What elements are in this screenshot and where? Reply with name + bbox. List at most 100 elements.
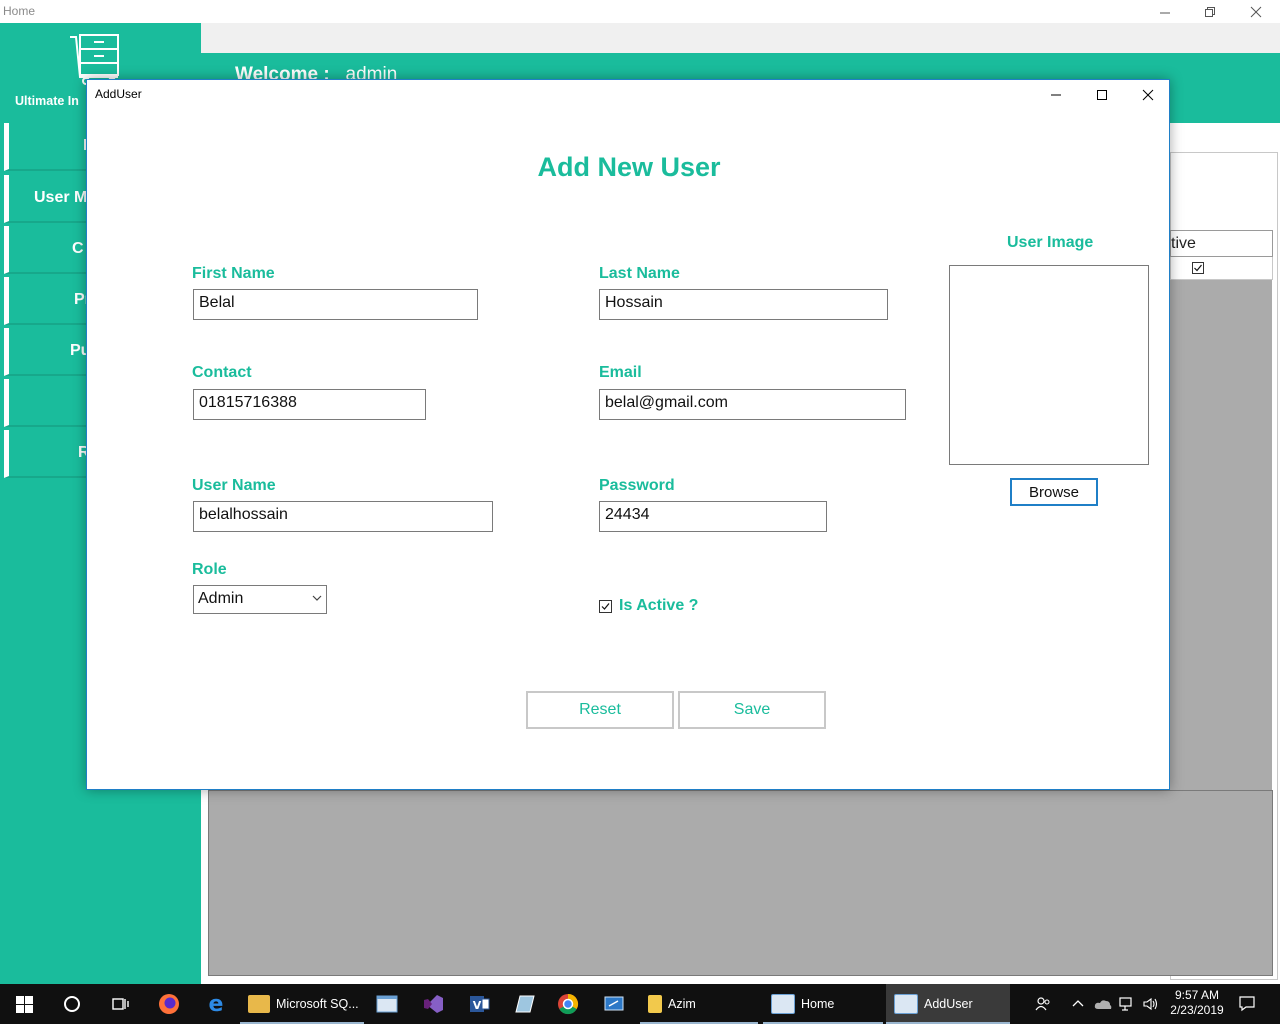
main-restore-button[interactable] [1187,0,1233,23]
window-taskbar-icon[interactable] [364,984,410,1024]
nav-item-label: User M [34,189,88,206]
main-window-title: Home [3,4,36,18]
visual-studio-taskbar-icon[interactable] [410,984,456,1024]
taskbar-app-label: Microsoft SQ... [276,997,359,1011]
user-image-label: User Image [1007,234,1094,251]
first-name-label: First Name [192,265,275,282]
checkmark-icon [601,603,610,610]
app-window-icon [771,994,795,1014]
taskbar-app-sql[interactable]: Microsoft SQ... [240,984,364,1024]
role-select[interactable]: Admin [193,585,327,614]
volume-button[interactable] [1140,984,1162,1024]
clock-date: 2/23/2019 [1170,1003,1224,1017]
action-center-button[interactable] [1232,984,1262,1024]
close-icon [1250,6,1262,17]
is-active-checkbox[interactable] [599,600,612,613]
nav-item-label: C [72,240,84,257]
taskbar-app-label: AddUser [924,997,973,1011]
taskbar-app-label: Azim [668,997,696,1011]
last-name-input[interactable]: Hossain [599,289,888,320]
user-image-preview [949,265,1149,465]
network-button[interactable] [1116,984,1138,1024]
notification-icon [1239,996,1255,1012]
add-user-dialog: AddUser Add New User First Name Belal La… [86,79,1170,790]
clock-time: 9:57 AM [1174,988,1220,1002]
save-button[interactable]: Save [678,691,826,729]
show-hidden-icons-button[interactable] [1068,984,1088,1024]
minimize-icon [1051,94,1061,95]
email-label: Email [599,364,642,381]
taskbar-app-explorer[interactable]: Azim [640,984,758,1024]
taskbar-app-home[interactable]: Home [763,984,883,1024]
grid-column-header-active[interactable]: tive [1170,230,1273,257]
firefox-taskbar-icon[interactable] [145,984,193,1024]
people-icon [1035,997,1050,1011]
chevron-down-icon [312,595,322,601]
chrome-taskbar-icon[interactable] [545,984,591,1024]
taskbar: e Microsoft SQ... V Azim Home AddUser 9:… [0,984,1280,1024]
dialog-close-button[interactable] [1125,80,1171,109]
search-button[interactable] [48,984,96,1024]
chrome-icon [558,993,579,1015]
screen-sketch-icon [604,996,624,1011]
user-grid-empty-area-bottom [208,790,1273,976]
svg-text:e: e [209,992,224,1016]
taskbar-app-adduser[interactable]: AddUser [886,984,1010,1024]
email-input[interactable]: belal@gmail.com [599,389,906,420]
chevron-up-icon [1072,1000,1084,1007]
people-button[interactable] [1030,984,1056,1024]
task-view-button[interactable] [96,984,144,1024]
browse-button[interactable]: Browse [1010,478,1098,506]
edge-taskbar-icon[interactable]: e [192,984,240,1024]
main-minimize-button[interactable] [1142,0,1188,23]
grid-active-checkbox[interactable] [1192,262,1204,274]
sql-server-icon [248,995,270,1013]
last-name-label: Last Name [599,265,680,282]
screen-taskbar-icon[interactable] [591,984,637,1024]
onedrive-button[interactable] [1092,984,1114,1024]
task-view-icon [112,998,129,1010]
first-name-input[interactable]: Belal [193,289,478,320]
visio-taskbar-icon[interactable]: V [456,984,502,1024]
dialog-title: AddUser [95,87,142,101]
dialog-maximize-button[interactable] [1079,80,1125,109]
taskbar-clock[interactable]: 9:57 AM 2/23/2019 [1165,988,1229,1018]
notes-taskbar-icon[interactable] [502,984,548,1024]
contact-label: Contact [192,364,252,381]
visio-icon: V [470,996,490,1012]
edge-icon: e [209,992,224,1016]
svg-text:V: V [473,999,482,1012]
close-icon [1142,89,1154,100]
grid-row[interactable] [1170,257,1273,280]
dialog-minimize-button[interactable] [1033,80,1079,109]
main-close-button[interactable] [1233,0,1279,23]
password-label: Password [599,477,675,494]
firefox-icon [159,994,179,1014]
taskbar-app-label: Home [801,997,835,1011]
search-circle-icon [64,996,80,1012]
folder-icon [648,995,662,1013]
minimize-icon [1160,12,1170,13]
notes-icon [515,995,535,1013]
user-name-input[interactable]: belalhossain [193,501,493,532]
network-icon [1119,997,1132,1011]
speaker-icon [1143,997,1158,1011]
brand-name: Ultimate In [15,94,79,108]
user-grid-empty-area [1170,280,1272,790]
main-title-bar: Home [0,0,1280,23]
app-window-icon [376,995,398,1013]
visual-studio-icon [424,995,443,1013]
maximize-icon [1097,89,1107,100]
checkmark-icon [1194,264,1202,272]
cloud-icon [1094,1000,1112,1009]
start-button[interactable] [0,984,48,1024]
grid-column-label: tive [1171,235,1196,252]
reset-button[interactable]: Reset [526,691,674,729]
password-input[interactable]: 24434 [599,501,827,532]
restore-icon [1205,6,1215,17]
form-heading: Add New User [537,152,721,182]
windows-logo-icon [15,995,33,1013]
app-window-icon [894,994,918,1014]
contact-input[interactable]: 01815716388 [193,389,426,420]
is-active-label: Is Active ? [619,597,699,614]
